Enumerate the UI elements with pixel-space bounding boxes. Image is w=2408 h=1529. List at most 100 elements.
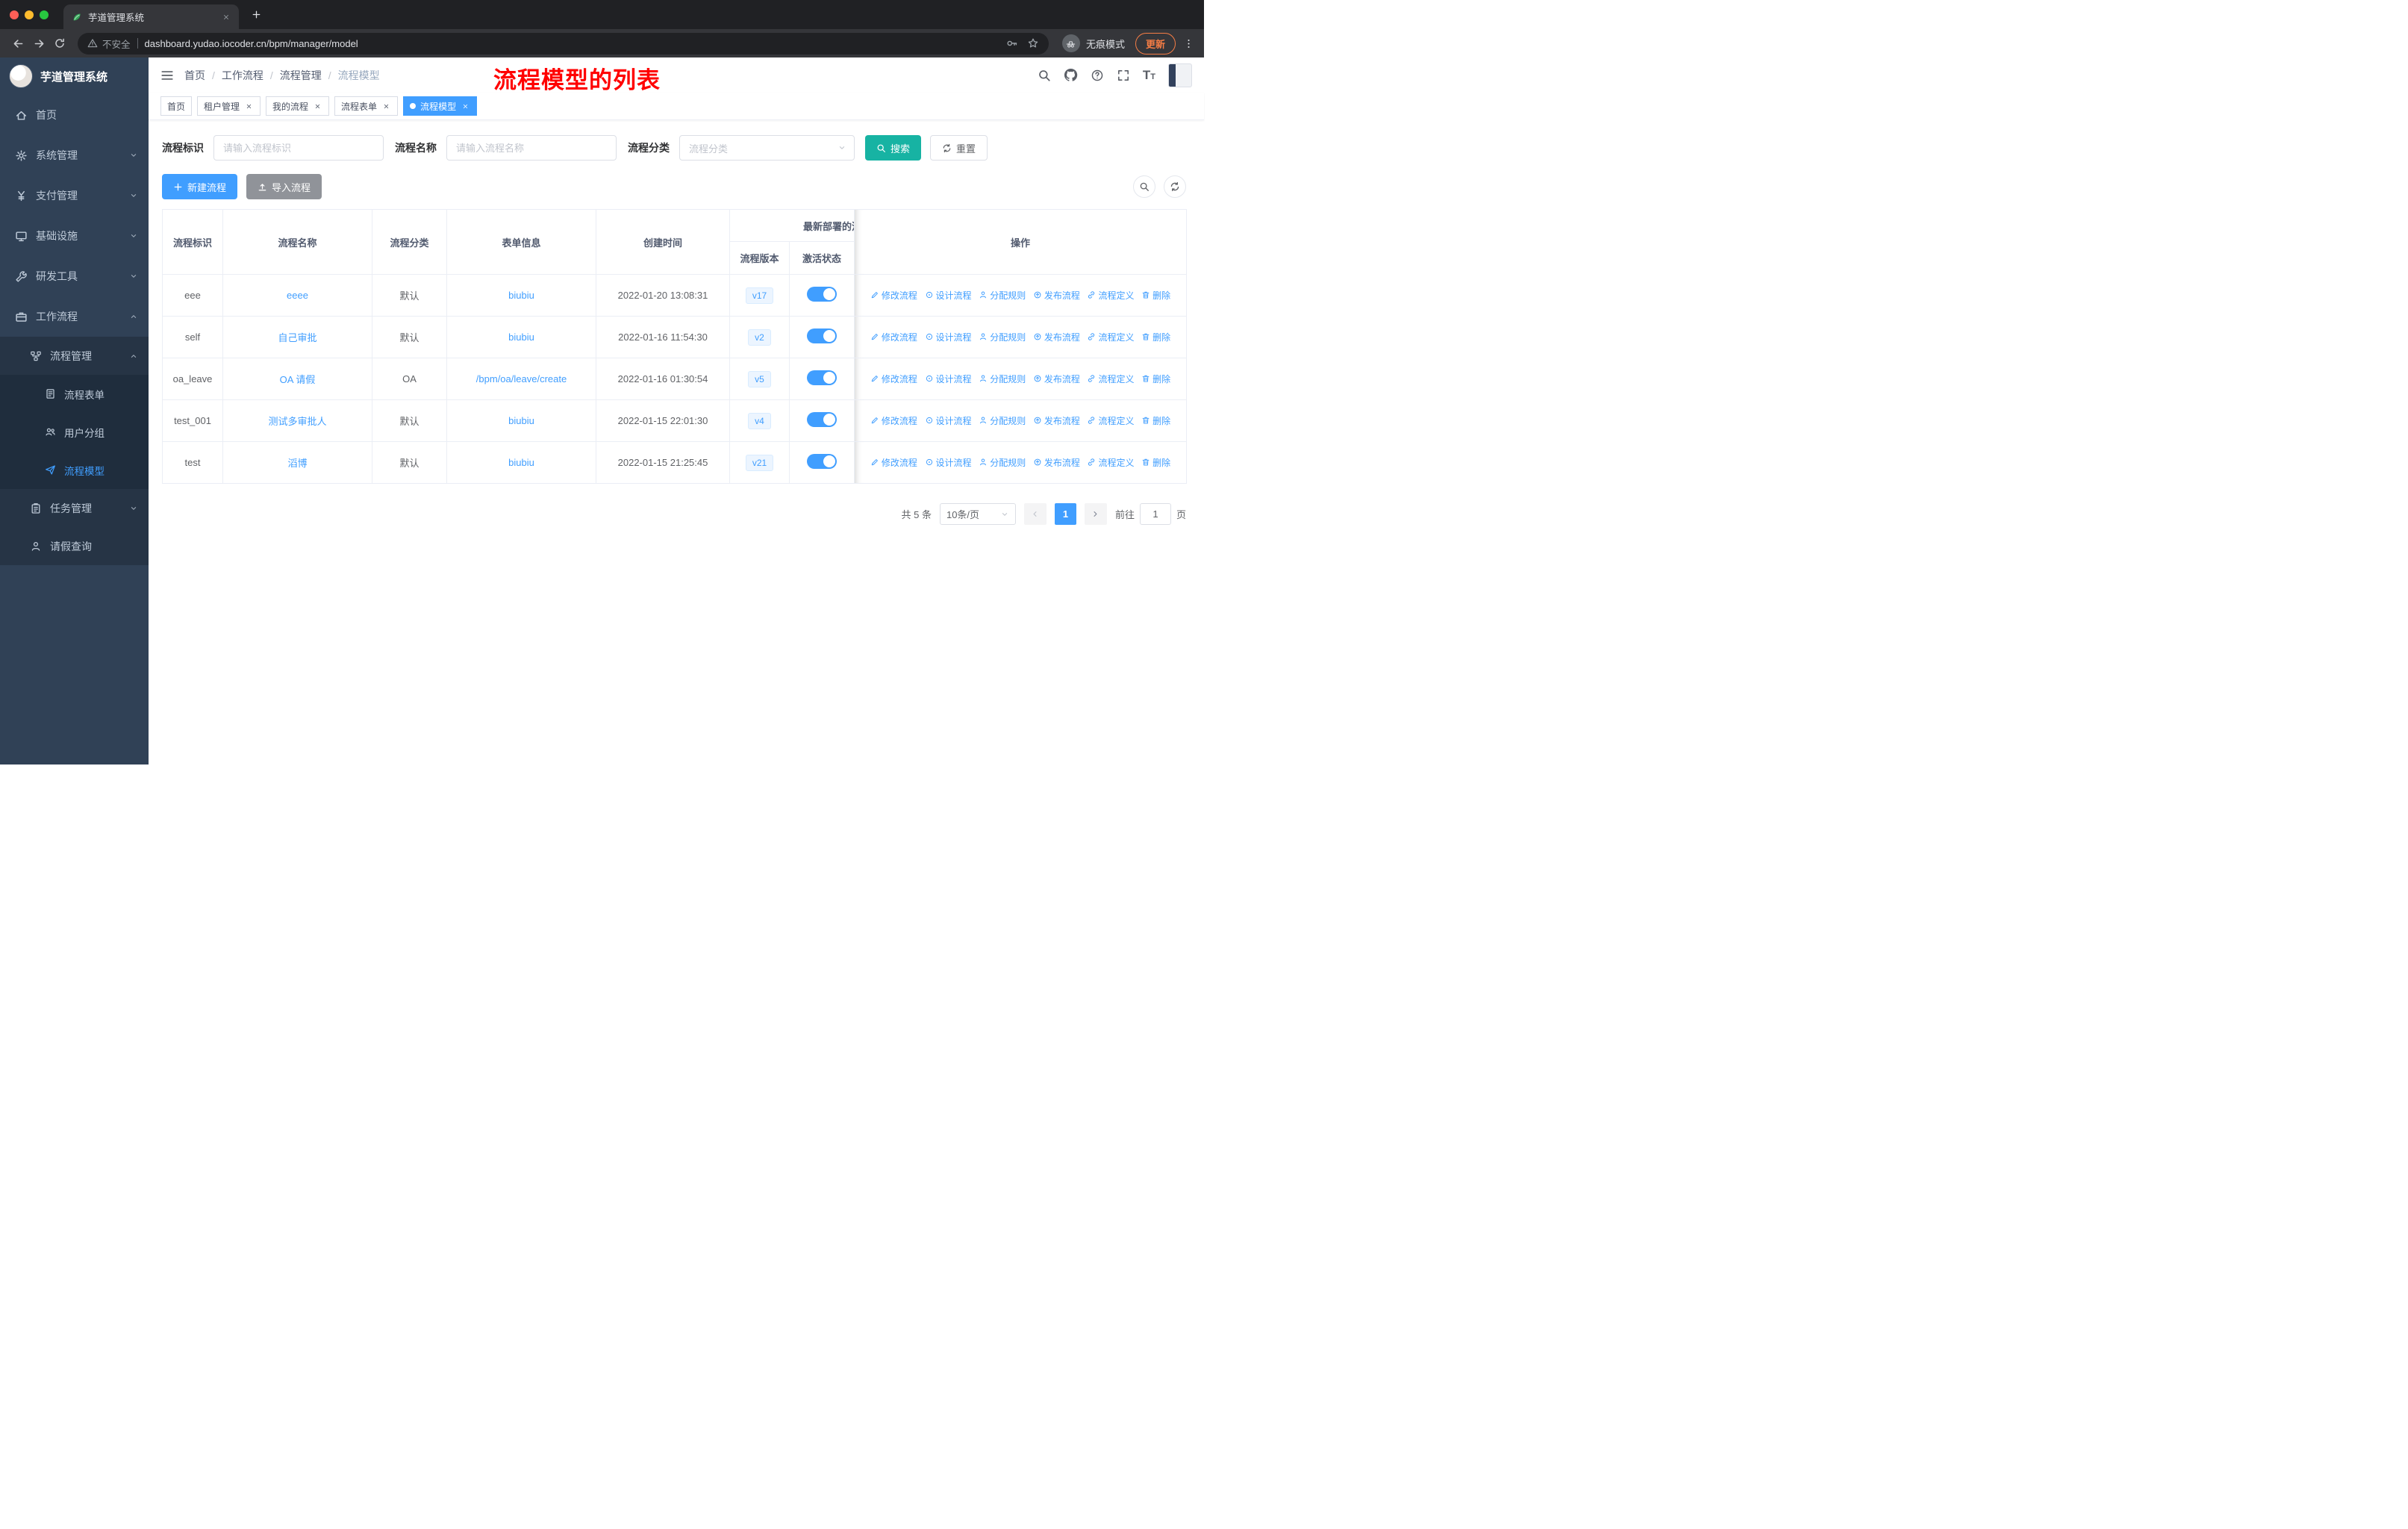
sidebar-item-system[interactable]: 系统管理 [0,135,149,175]
sidebar-toggle-icon[interactable] [160,69,174,82]
publish-process-link[interactable]: 发布流程 [1033,373,1080,385]
prev-page-button[interactable] [1023,503,1047,525]
form-info-link[interactable]: /bpm/oa/leave/create [476,373,567,384]
password-key-icon[interactable] [1006,37,1018,49]
edit-process-link[interactable]: 修改流程 [870,289,917,302]
window-close-button[interactable] [10,10,19,19]
sidebar-item-process-model[interactable]: 流程模型 [0,451,149,489]
github-icon[interactable] [1064,68,1078,82]
active-toggle[interactable] [807,287,837,302]
tag-close-icon[interactable] [461,102,470,111]
tag-home[interactable]: 首页 [160,96,193,116]
create-process-button[interactable]: 新建流程 [162,174,238,199]
sidebar-item-workflow[interactable]: 工作流程 [0,296,149,337]
sidebar-item-infrastructure[interactable]: 基础设施 [0,216,149,256]
publish-process-link[interactable]: 发布流程 [1033,456,1080,469]
import-process-button[interactable]: 导入流程 [246,174,322,199]
font-size-icon[interactable]: TT [1143,69,1155,81]
browser-menu-icon[interactable] [1180,38,1197,49]
process-definition-link[interactable]: 流程定义 [1087,456,1134,469]
process-id-input[interactable] [213,135,384,161]
assign-rule-link[interactable]: 分配规则 [979,456,1026,469]
breadcrumb-item[interactable]: 流程管理 [280,68,322,83]
design-process-link[interactable]: 设计流程 [925,331,972,343]
breadcrumb-item[interactable]: 工作流程 [222,68,263,83]
tag-process-model[interactable]: 流程模型 [403,96,478,116]
current-page-button[interactable]: 1 [1054,503,1076,525]
reset-button[interactable]: 重置 [930,135,988,161]
tag-close-icon[interactable] [244,102,254,111]
toggle-search-button[interactable] [1133,175,1155,198]
window-zoom-button[interactable] [40,10,49,19]
delete-process-link[interactable]: 删除 [1141,289,1170,302]
tag-process-form[interactable]: 流程表单 [334,96,399,116]
process-name-link[interactable]: 测试多审批人 [268,416,326,427]
window-minimize-button[interactable] [25,10,34,19]
form-info-link[interactable]: biubiu [508,331,534,343]
design-process-link[interactable]: 设计流程 [925,289,972,302]
assign-rule-link[interactable]: 分配规则 [979,414,1026,427]
sidebar-item-devtools[interactable]: 研发工具 [0,256,149,296]
tag-tenant-mgmt[interactable]: 租户管理 [197,96,261,116]
delete-process-link[interactable]: 删除 [1141,456,1170,469]
active-toggle[interactable] [807,328,837,343]
process-name-input[interactable] [446,135,617,161]
form-info-link[interactable]: biubiu [508,457,534,468]
forward-button[interactable] [28,33,49,54]
delete-process-link[interactable]: 删除 [1141,414,1170,427]
form-info-link[interactable]: biubiu [508,290,534,301]
version-badge[interactable]: v17 [745,287,774,304]
edit-process-link[interactable]: 修改流程 [870,331,917,343]
process-name-link[interactable]: 滔博 [287,458,307,469]
version-badge[interactable]: v5 [748,370,771,387]
edit-process-link[interactable]: 修改流程 [870,456,917,469]
process-name-link[interactable]: OA 请假 [280,374,316,385]
assign-rule-link[interactable]: 分配规则 [979,289,1026,302]
new-tab-button[interactable] [246,5,266,25]
process-definition-link[interactable]: 流程定义 [1087,331,1134,343]
sidebar-item-user-group[interactable]: 用户分组 [0,413,149,451]
tag-close-icon[interactable] [313,102,322,111]
process-definition-link[interactable]: 流程定义 [1087,373,1134,385]
sidebar-item-process-form[interactable]: 流程表单 [0,375,149,413]
breadcrumb-item[interactable]: 首页 [184,68,205,83]
form-info-link[interactable]: biubiu [508,415,534,426]
version-badge[interactable]: v21 [745,454,774,471]
refresh-table-button[interactable] [1164,175,1186,198]
sidebar-item-leave-query[interactable]: 请假查询 [0,527,149,565]
publish-process-link[interactable]: 发布流程 [1033,414,1080,427]
sidebar-item-payment[interactable]: 支付管理 [0,175,149,216]
bookmark-star-icon[interactable] [1027,37,1039,49]
tag-close-icon[interactable] [381,102,391,111]
assign-rule-link[interactable]: 分配规则 [979,331,1026,343]
search-icon[interactable] [1038,69,1051,82]
category-select[interactable]: 流程分类 [679,135,855,161]
active-toggle[interactable] [807,370,837,385]
goto-page-input[interactable] [1139,503,1171,525]
help-icon[interactable] [1091,69,1104,82]
browser-tab[interactable]: 芋道管理系统 [63,4,239,29]
next-page-button[interactable] [1084,503,1107,525]
sidebar-item-process-mgmt[interactable]: 流程管理 [0,337,149,375]
fullscreen-icon[interactable] [1117,69,1130,82]
tag-my-process[interactable]: 我的流程 [266,96,330,116]
sidebar-item-task-mgmt[interactable]: 任务管理 [0,489,149,527]
version-badge[interactable]: v2 [748,328,771,346]
assign-rule-link[interactable]: 分配规则 [979,373,1026,385]
design-process-link[interactable]: 设计流程 [925,414,972,427]
delete-process-link[interactable]: 删除 [1141,373,1170,385]
incognito-chip[interactable]: 无痕模式 [1061,34,1125,52]
sidebar-item-home[interactable]: 首页 [0,95,149,135]
search-button[interactable]: 搜索 [865,135,922,161]
process-name-link[interactable]: 自己审批 [278,332,316,343]
process-definition-link[interactable]: 流程定义 [1087,289,1134,302]
publish-process-link[interactable]: 发布流程 [1033,331,1080,343]
sidebar-logo[interactable]: 芋道管理系统 [0,57,149,95]
user-avatar[interactable] [1168,63,1192,87]
page-size-select[interactable]: 10条/页 [939,503,1016,525]
process-name-link[interactable]: eeee [287,290,308,301]
active-toggle[interactable] [807,412,837,427]
publish-process-link[interactable]: 发布流程 [1033,289,1080,302]
design-process-link[interactable]: 设计流程 [925,456,972,469]
delete-process-link[interactable]: 删除 [1141,331,1170,343]
